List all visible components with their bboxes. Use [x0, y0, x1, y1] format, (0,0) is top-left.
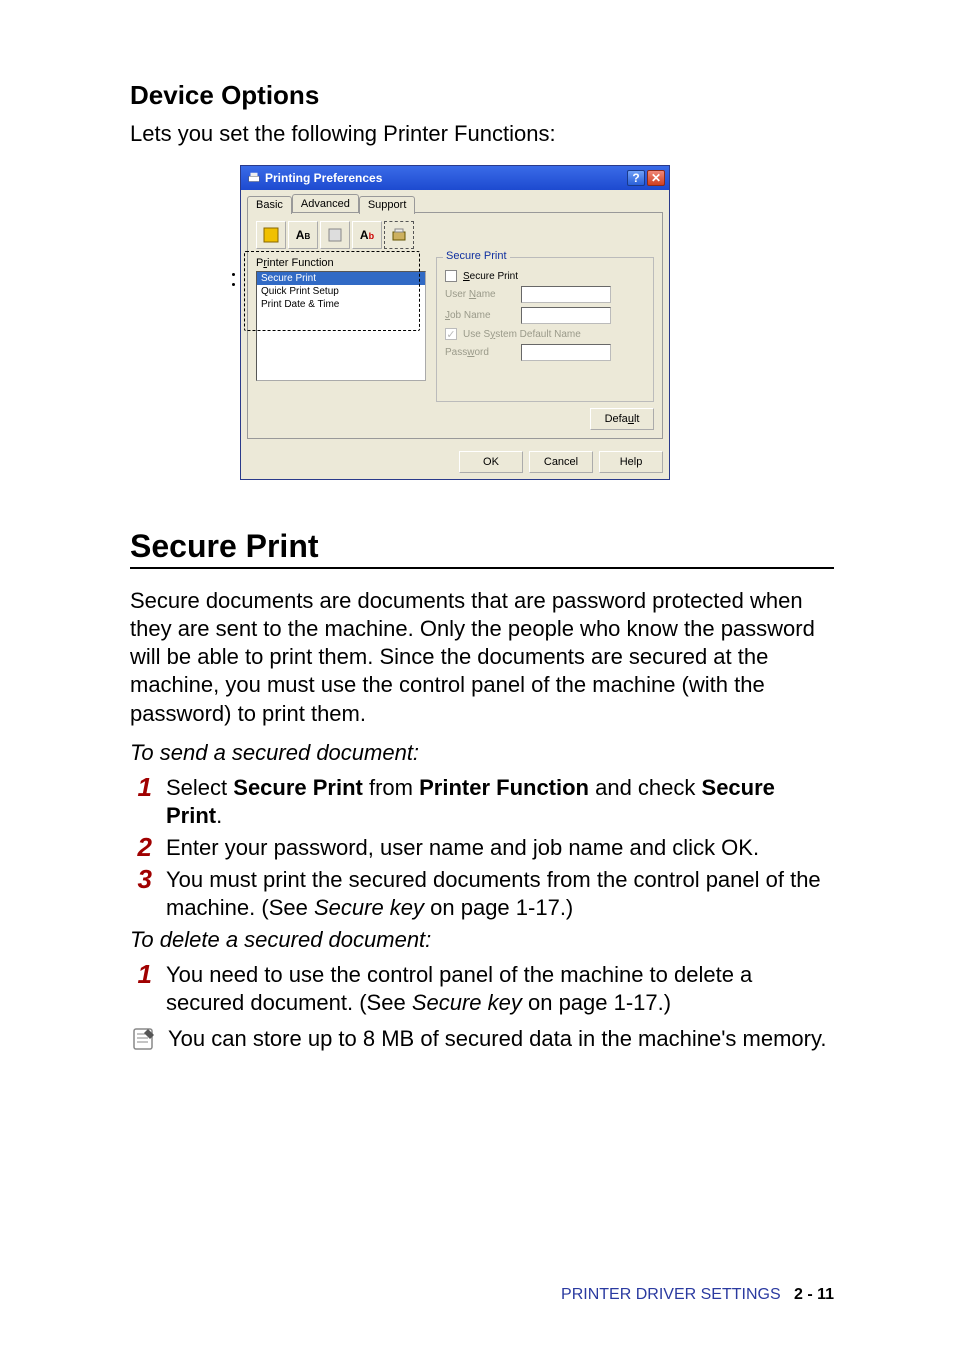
groupbox-legend: Secure Print	[443, 250, 510, 262]
send-steps-list: 1 Select Secure Print from Printer Funct…	[130, 774, 834, 923]
footer-section: PRINTER DRIVER SETTINGS	[561, 1286, 781, 1303]
tab-advanced[interactable]: Advanced	[292, 194, 359, 212]
toolbar-btn-1[interactable]	[256, 221, 286, 249]
step-number: 1	[130, 961, 152, 987]
printer-icon	[247, 171, 261, 185]
ok-button[interactable]: OK	[459, 451, 523, 473]
step-number: 2	[130, 834, 152, 860]
dialog-title: Printing Preferences	[265, 171, 382, 185]
send-step-3: You must print the secured documents fro…	[166, 866, 834, 922]
send-step-2: Enter your password, user name and job n…	[166, 834, 759, 862]
list-item-secure-print[interactable]: Secure Print	[257, 272, 425, 285]
help-button[interactable]: Help	[599, 451, 663, 473]
password-input[interactable]	[521, 344, 611, 361]
tabs-row: Basic Advanced Support	[241, 190, 669, 212]
send-step-1: Select Secure Print from Printer Functio…	[166, 774, 834, 830]
use-system-default-checkbox: ✓	[445, 328, 457, 340]
secure-print-groupbox: Secure Print Secure Print User Name Job …	[436, 257, 654, 402]
use-system-default-label: Use System Default Name	[463, 329, 645, 340]
step-number: 1	[130, 774, 152, 800]
list-item-print-date-time[interactable]: Print Date & Time	[257, 298, 425, 311]
password-label: Password	[445, 347, 515, 358]
dialog-titlebar: Printing Preferences ? ✕	[241, 166, 669, 190]
toolbar-btn-5-device-options[interactable]	[384, 221, 414, 249]
cancel-button[interactable]: Cancel	[529, 451, 593, 473]
secure-print-paragraph: Secure documents are documents that are …	[130, 587, 834, 728]
intro-text: Lets you set the following Printer Funct…	[130, 121, 834, 147]
note-text: You can store up to 8 MB of secured data…	[168, 1025, 826, 1053]
tab-basic[interactable]: Basic	[247, 196, 292, 214]
heading-rule	[130, 567, 834, 569]
titlebar-close-button[interactable]: ✕	[647, 170, 665, 186]
step-number: 3	[130, 866, 152, 892]
titlebar-help-button[interactable]: ?	[627, 170, 645, 186]
tab-support[interactable]: Support	[359, 196, 416, 214]
tab-panel-advanced: AB Ab Printer Function Secure Print Quic…	[247, 212, 663, 439]
list-item-quick-print-setup[interactable]: Quick Print Setup	[257, 285, 425, 298]
heading-secure-print: Secure Print	[130, 528, 834, 565]
toolbar-btn-3[interactable]	[320, 221, 350, 249]
dialog-figure: Printing Preferences ? ✕ Basic Advanced …	[240, 165, 680, 480]
printer-function-label: Printer Function	[256, 257, 426, 269]
page-footer: PRINTER DRIVER SETTINGS 2 - 11	[561, 1286, 834, 1304]
delete-step-1: You need to use the control panel of the…	[166, 961, 834, 1017]
printer-function-listbox[interactable]: Secure Print Quick Print Setup Print Dat…	[256, 271, 426, 381]
to-send-heading: To send a secured document:	[130, 740, 834, 766]
toolbar-btn-4[interactable]: Ab	[352, 221, 382, 249]
delete-steps-list: 1 You need to use the control panel of t…	[130, 961, 834, 1017]
secure-print-checkbox-label: Secure Print	[463, 271, 533, 282]
note-row: You can store up to 8 MB of secured data…	[130, 1025, 834, 1058]
toolbar-btn-2[interactable]: AB	[288, 221, 318, 249]
to-delete-heading: To delete a secured document:	[130, 927, 834, 953]
default-button[interactable]: Default	[590, 408, 654, 430]
note-icon	[130, 1025, 158, 1058]
footer-page: 2 - 11	[794, 1286, 834, 1303]
job-name-input[interactable]	[521, 307, 611, 324]
user-name-input[interactable]	[521, 286, 611, 303]
job-name-label: Job Name	[445, 310, 515, 321]
user-name-label: User Name	[445, 289, 515, 300]
secure-print-checkbox[interactable]	[445, 270, 457, 282]
heading-device-options: Device Options	[130, 80, 834, 111]
